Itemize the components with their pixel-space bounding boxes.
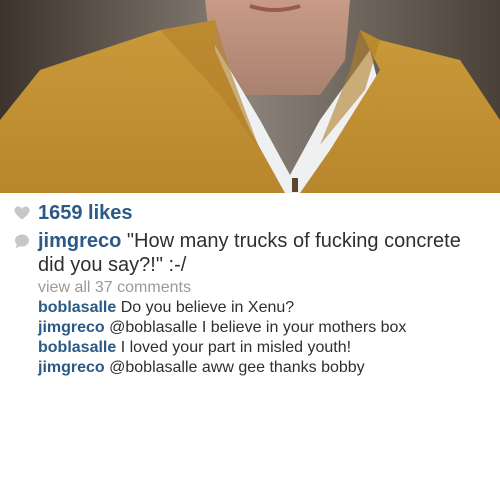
heart-icon[interactable] <box>14 201 38 220</box>
comment: boblasalle Do you believe in Xenu? <box>38 299 490 317</box>
instagram-post: 1659 likes jimgreco "How many trucks of … <box>0 0 500 489</box>
caption-username[interactable]: jimgreco <box>38 230 121 252</box>
post-photo[interactable] <box>0 0 500 193</box>
likes-count[interactable]: 1659 likes <box>38 202 133 224</box>
comment-username[interactable]: boblasalle <box>38 299 116 316</box>
likes-row[interactable]: 1659 likes <box>14 201 490 229</box>
view-all-comments-link[interactable]: view all 37 comments <box>38 279 490 297</box>
comment: jimgreco @boblasalle I believe in your m… <box>38 319 490 337</box>
comment-text: Do you believe in Xenu? <box>120 299 295 316</box>
comment-bubble-icon <box>14 229 38 249</box>
comment-text: @boblasalle aww gee thanks bobby <box>109 359 365 376</box>
comment-text: I loved your part in misled youth! <box>120 339 352 356</box>
comments-section: view all 37 comments boblasalle Do you b… <box>14 279 490 377</box>
comment-username[interactable]: boblasalle <box>38 339 116 356</box>
caption-row: jimgreco "How many trucks of fucking con… <box>14 229 490 277</box>
comment: boblasalle I loved your part in misled y… <box>38 339 490 357</box>
comment-text: @boblasalle I believe in your mothers bo… <box>109 319 407 336</box>
comment-username[interactable]: jimgreco <box>38 319 105 336</box>
post-details: 1659 likes jimgreco "How many trucks of … <box>0 193 500 489</box>
comment-username[interactable]: jimgreco <box>38 359 105 376</box>
comment: jimgreco @boblasalle aww gee thanks bobb… <box>38 359 490 377</box>
